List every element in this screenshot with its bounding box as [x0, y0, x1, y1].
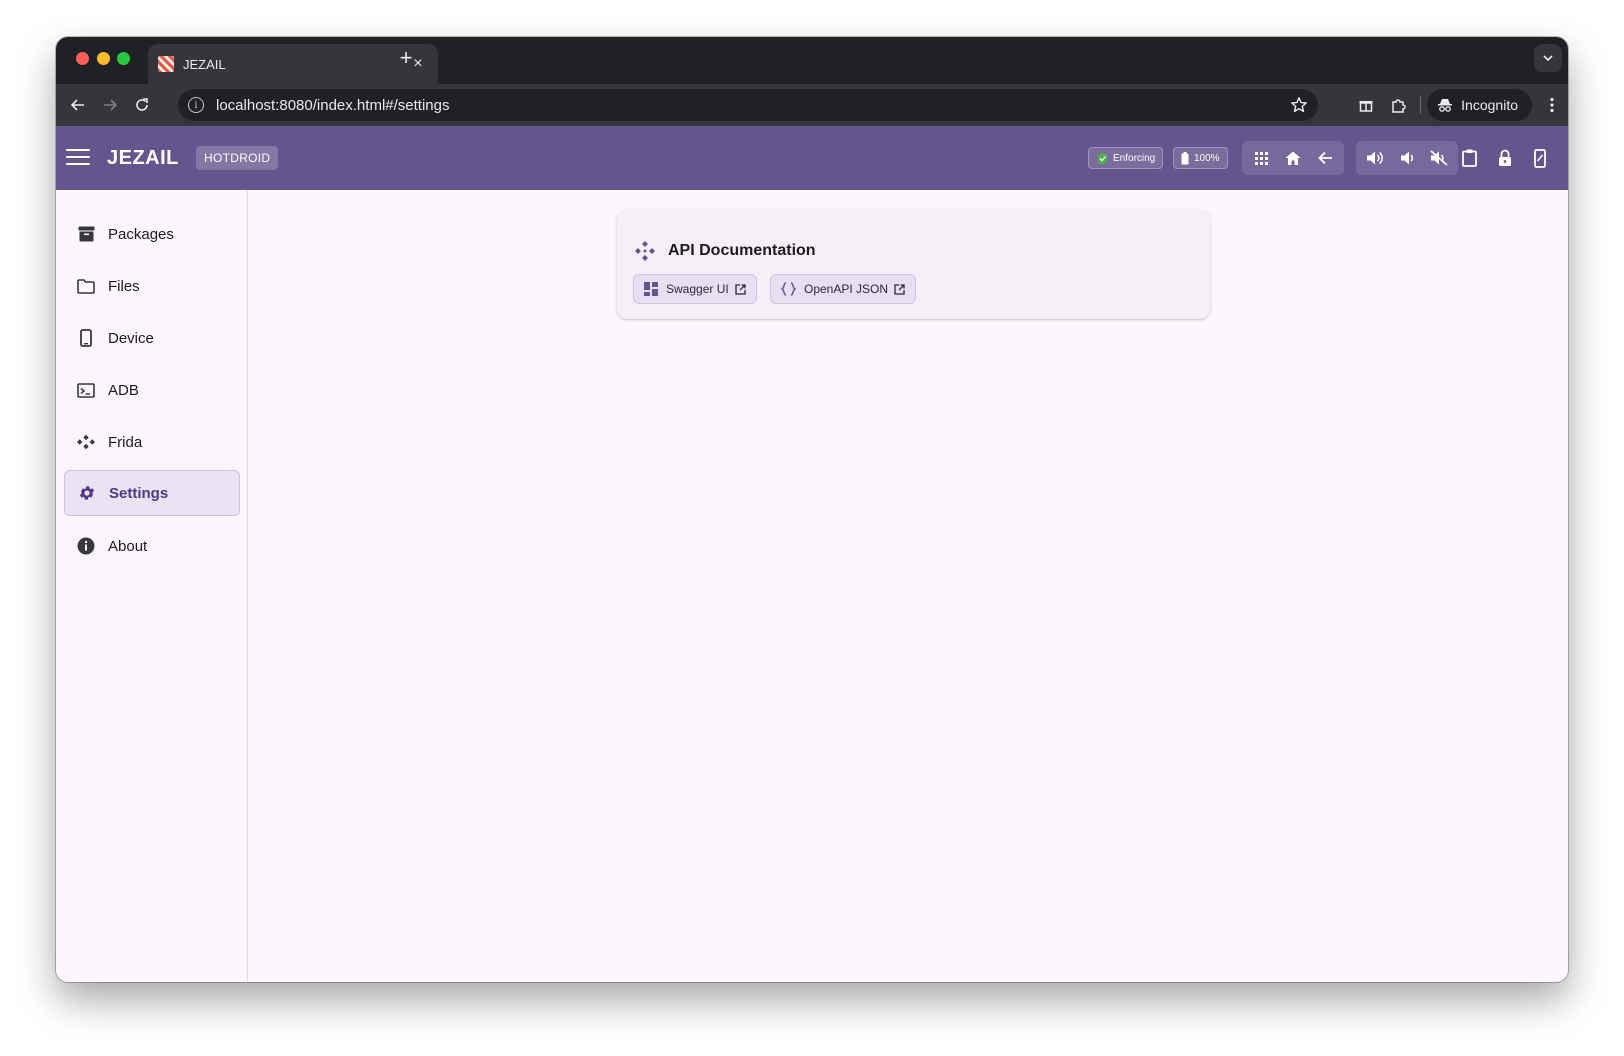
swagger-ui-button[interactable]: Swagger UI	[633, 274, 757, 304]
apps-grid-icon	[1254, 151, 1268, 165]
api-docs-title: API Documentation	[668, 242, 816, 259]
extension-gift-icon[interactable]	[1350, 89, 1382, 121]
phone-icon	[76, 328, 96, 348]
app-title: JEZAIL	[107, 146, 179, 169]
sidebar-item-adb[interactable]: ADB	[64, 367, 240, 413]
openapi-json-label: OpenAPI JSON	[804, 282, 889, 296]
back-nav-button[interactable]	[1309, 142, 1341, 174]
sidebar-item-label: Device	[108, 329, 154, 347]
arrow-right-icon	[104, 99, 118, 111]
sidebar-item-packages[interactable]: Packages	[64, 211, 240, 257]
browser-window: JEZAIL × + i localhost:8080/index.html#/…	[56, 37, 1568, 982]
frida-icon	[76, 432, 96, 452]
sidebar: Packages Files Device ADB Frida Settings…	[56, 190, 248, 982]
sidebar-item-frida[interactable]: Frida	[64, 419, 240, 465]
volume-mute-icon	[1430, 150, 1448, 166]
close-window-button[interactable]	[76, 52, 89, 65]
device-chip: HOTDROID	[196, 146, 279, 170]
swagger-ui-label: Swagger UI	[666, 282, 729, 296]
arrow-left-icon	[70, 99, 84, 111]
sidebar-item-settings[interactable]: Settings	[64, 470, 240, 516]
new-tab-button[interactable]: +	[392, 45, 420, 71]
extensions-puzzle-icon[interactable]	[1382, 89, 1414, 121]
bookmark-star-icon[interactable]	[1290, 96, 1308, 114]
dashboard-icon	[644, 282, 658, 296]
openapi-json-button[interactable]: OpenAPI JSON	[770, 274, 917, 304]
battery-status-chip: 100%	[1173, 147, 1228, 169]
incognito-profile-button[interactable]: Incognito	[1427, 89, 1532, 121]
volume-up-icon	[1367, 151, 1383, 165]
api-icon	[635, 241, 655, 261]
terminal-icon	[76, 380, 96, 400]
volume-down-icon	[1401, 151, 1414, 165]
chevron-down-icon	[1543, 55, 1553, 62]
archive-icon	[76, 224, 96, 244]
shield-check-icon	[1097, 152, 1108, 164]
sidebar-item-label: Files	[108, 277, 140, 295]
tab-title: JEZAIL	[183, 56, 226, 72]
lock-screen-button[interactable]	[1489, 142, 1521, 174]
code-braces-icon	[781, 282, 796, 296]
sidebar-item-label: ADB	[108, 381, 139, 399]
external-link-icon	[735, 283, 746, 295]
battery-icon	[1181, 151, 1189, 164]
info-icon	[76, 536, 96, 556]
sidebar-item-device[interactable]: Device	[64, 315, 240, 361]
sidebar-item-files[interactable]: Files	[64, 263, 240, 309]
maximize-window-button[interactable]	[117, 52, 130, 65]
toolbar-divider	[1420, 96, 1422, 114]
clipboard-button[interactable]	[1453, 142, 1485, 174]
incognito-icon	[1438, 99, 1453, 112]
phone-rotate-icon	[1534, 148, 1546, 168]
menu-toggle-icon[interactable]	[66, 149, 90, 167]
minimize-window-button[interactable]	[97, 52, 110, 65]
mute-button[interactable]	[1423, 142, 1455, 174]
sidebar-item-label: Frida	[108, 433, 143, 451]
battery-level-text: 100%	[1194, 152, 1220, 164]
home-button[interactable]	[1277, 142, 1309, 174]
screen-rotate-button[interactable]	[1524, 142, 1556, 174]
recent-apps-button[interactable]	[1245, 142, 1277, 174]
api-docs-header: API Documentation	[634, 240, 816, 262]
folder-icon	[76, 276, 96, 296]
tab-search-button[interactable]	[1534, 44, 1562, 72]
incognito-label: Incognito	[1461, 97, 1518, 113]
api-docs-card: API Documentation Swagger UI OpenAPI JSO…	[617, 210, 1210, 319]
tab-strip: JEZAIL × +	[56, 37, 1568, 84]
device-nav-group	[1242, 141, 1344, 175]
volume-up-button[interactable]	[1359, 142, 1391, 174]
selinux-status-chip: Enforcing	[1088, 147, 1164, 169]
arrow-left-icon	[1317, 151, 1332, 165]
sidebar-item-label: Packages	[108, 225, 174, 243]
external-link-icon	[894, 283, 905, 295]
sidebar-item-about[interactable]: About	[64, 523, 240, 569]
browser-menu-icon[interactable]	[1536, 89, 1568, 121]
gear-icon	[77, 483, 97, 503]
sidebar-item-label: Settings	[109, 484, 169, 502]
address-bar[interactable]: i localhost:8080/index.html#/settings	[178, 89, 1318, 121]
clipboard-icon	[1461, 149, 1477, 167]
app-bar: JEZAIL HOTDROID Enforcing 100%	[56, 126, 1568, 190]
lock-icon	[1499, 149, 1511, 166]
url-text[interactable]: localhost:8080/index.html#/settings	[216, 97, 1290, 114]
favicon-icon	[158, 56, 174, 72]
volume-group	[1356, 141, 1458, 175]
browser-toolbar: i localhost:8080/index.html#/settings In…	[56, 84, 1568, 126]
site-info-icon[interactable]: i	[188, 97, 204, 113]
reload-button[interactable]	[126, 89, 158, 121]
sidebar-item-label: About	[108, 537, 148, 555]
selinux-status-text: Enforcing	[1113, 152, 1156, 164]
reload-icon	[136, 98, 148, 111]
forward-button[interactable]	[94, 89, 126, 121]
volume-down-button[interactable]	[1391, 142, 1423, 174]
back-button[interactable]	[62, 89, 94, 121]
home-icon	[1285, 151, 1301, 165]
